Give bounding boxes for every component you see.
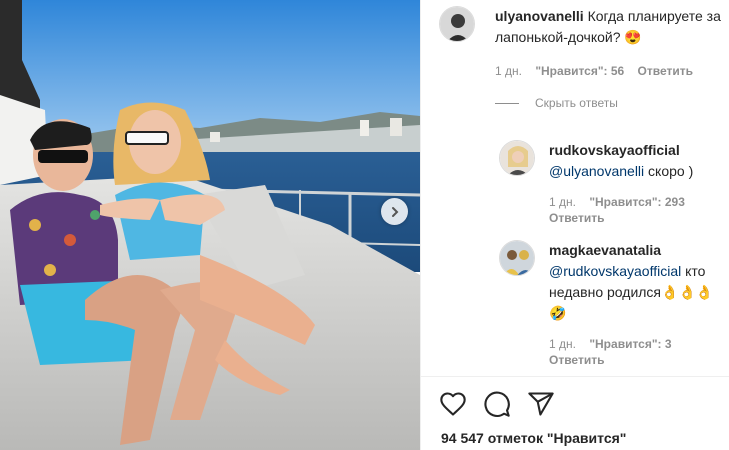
comment-meta: 1 дн. "Нравится": 56 Ответить — [495, 63, 723, 79]
comment-button[interactable] — [483, 390, 511, 418]
avatar[interactable] — [499, 240, 535, 276]
hide-replies-button[interactable]: Скрыть ответы — [495, 96, 618, 110]
reply-time[interactable]: 1 дн. — [549, 337, 576, 351]
chevron-right-icon — [391, 206, 398, 217]
share-button[interactable] — [527, 390, 555, 418]
reply-time[interactable]: 1 дн. — [549, 195, 576, 209]
comment-username[interactable]: ulyanovanelli — [495, 8, 584, 24]
reply: magkaevanatalia @rudkovskayaofficial кто… — [499, 240, 723, 368]
comment-likes[interactable]: "Нравится": 56 — [535, 64, 624, 78]
mention-link[interactable]: @rudkovskayaofficial — [549, 263, 681, 279]
like-button[interactable] — [439, 390, 467, 418]
hide-replies-label: Скрыть ответы — [535, 96, 618, 110]
reply-body: rudkovskayaofficial @ulyanovanelli скоро… — [549, 140, 723, 182]
avatar[interactable] — [439, 6, 475, 42]
share-icon — [528, 392, 554, 416]
reply-button[interactable]: Ответить — [549, 211, 604, 225]
carousel-next-button[interactable] — [381, 198, 408, 225]
comments-panel: ulyanovanelli Когда планируете за лапонь… — [420, 0, 729, 450]
reply-meta: 1 дн. "Нравится": 293 Ответить — [549, 194, 723, 226]
reply-body: magkaevanatalia @rudkovskayaofficial кто… — [549, 240, 723, 324]
comment-time[interactable]: 1 дн. — [495, 64, 522, 78]
section-divider — [421, 376, 729, 377]
avatar[interactable] — [499, 140, 535, 176]
comment-body: ulyanovanelli Когда планируете за лапонь… — [495, 6, 723, 48]
post-actions — [439, 390, 555, 418]
avatar-image — [500, 141, 534, 175]
post-photo[interactable] — [0, 0, 420, 450]
reply-text: скоро ) — [644, 163, 694, 179]
mention-link[interactable]: @ulyanovanelli — [549, 163, 644, 179]
heart-icon — [440, 392, 466, 416]
divider-line — [495, 102, 519, 104]
avatar-image — [500, 241, 534, 275]
reply-meta: 1 дн. "Нравится": 3 Ответить — [549, 336, 723, 368]
reply: rudkovskayaofficial @ulyanovanelli скоро… — [499, 140, 723, 226]
photo-image — [0, 0, 420, 450]
reply-button[interactable]: Ответить — [549, 353, 604, 367]
reply-button[interactable]: Ответить — [638, 64, 693, 78]
reply-likes[interactable]: "Нравится": 293 — [589, 195, 685, 209]
comment-icon — [484, 391, 510, 417]
likes-count[interactable]: 94 547 отметок "Нравится" — [441, 430, 626, 446]
reply-likes[interactable]: "Нравится": 3 — [589, 337, 671, 351]
reply-username[interactable]: rudkovskayaofficial — [549, 142, 680, 158]
comment: ulyanovanelli Когда планируете за лапонь… — [439, 6, 723, 79]
reply-username[interactable]: magkaevanatalia — [549, 242, 661, 258]
avatar-image — [440, 7, 474, 41]
